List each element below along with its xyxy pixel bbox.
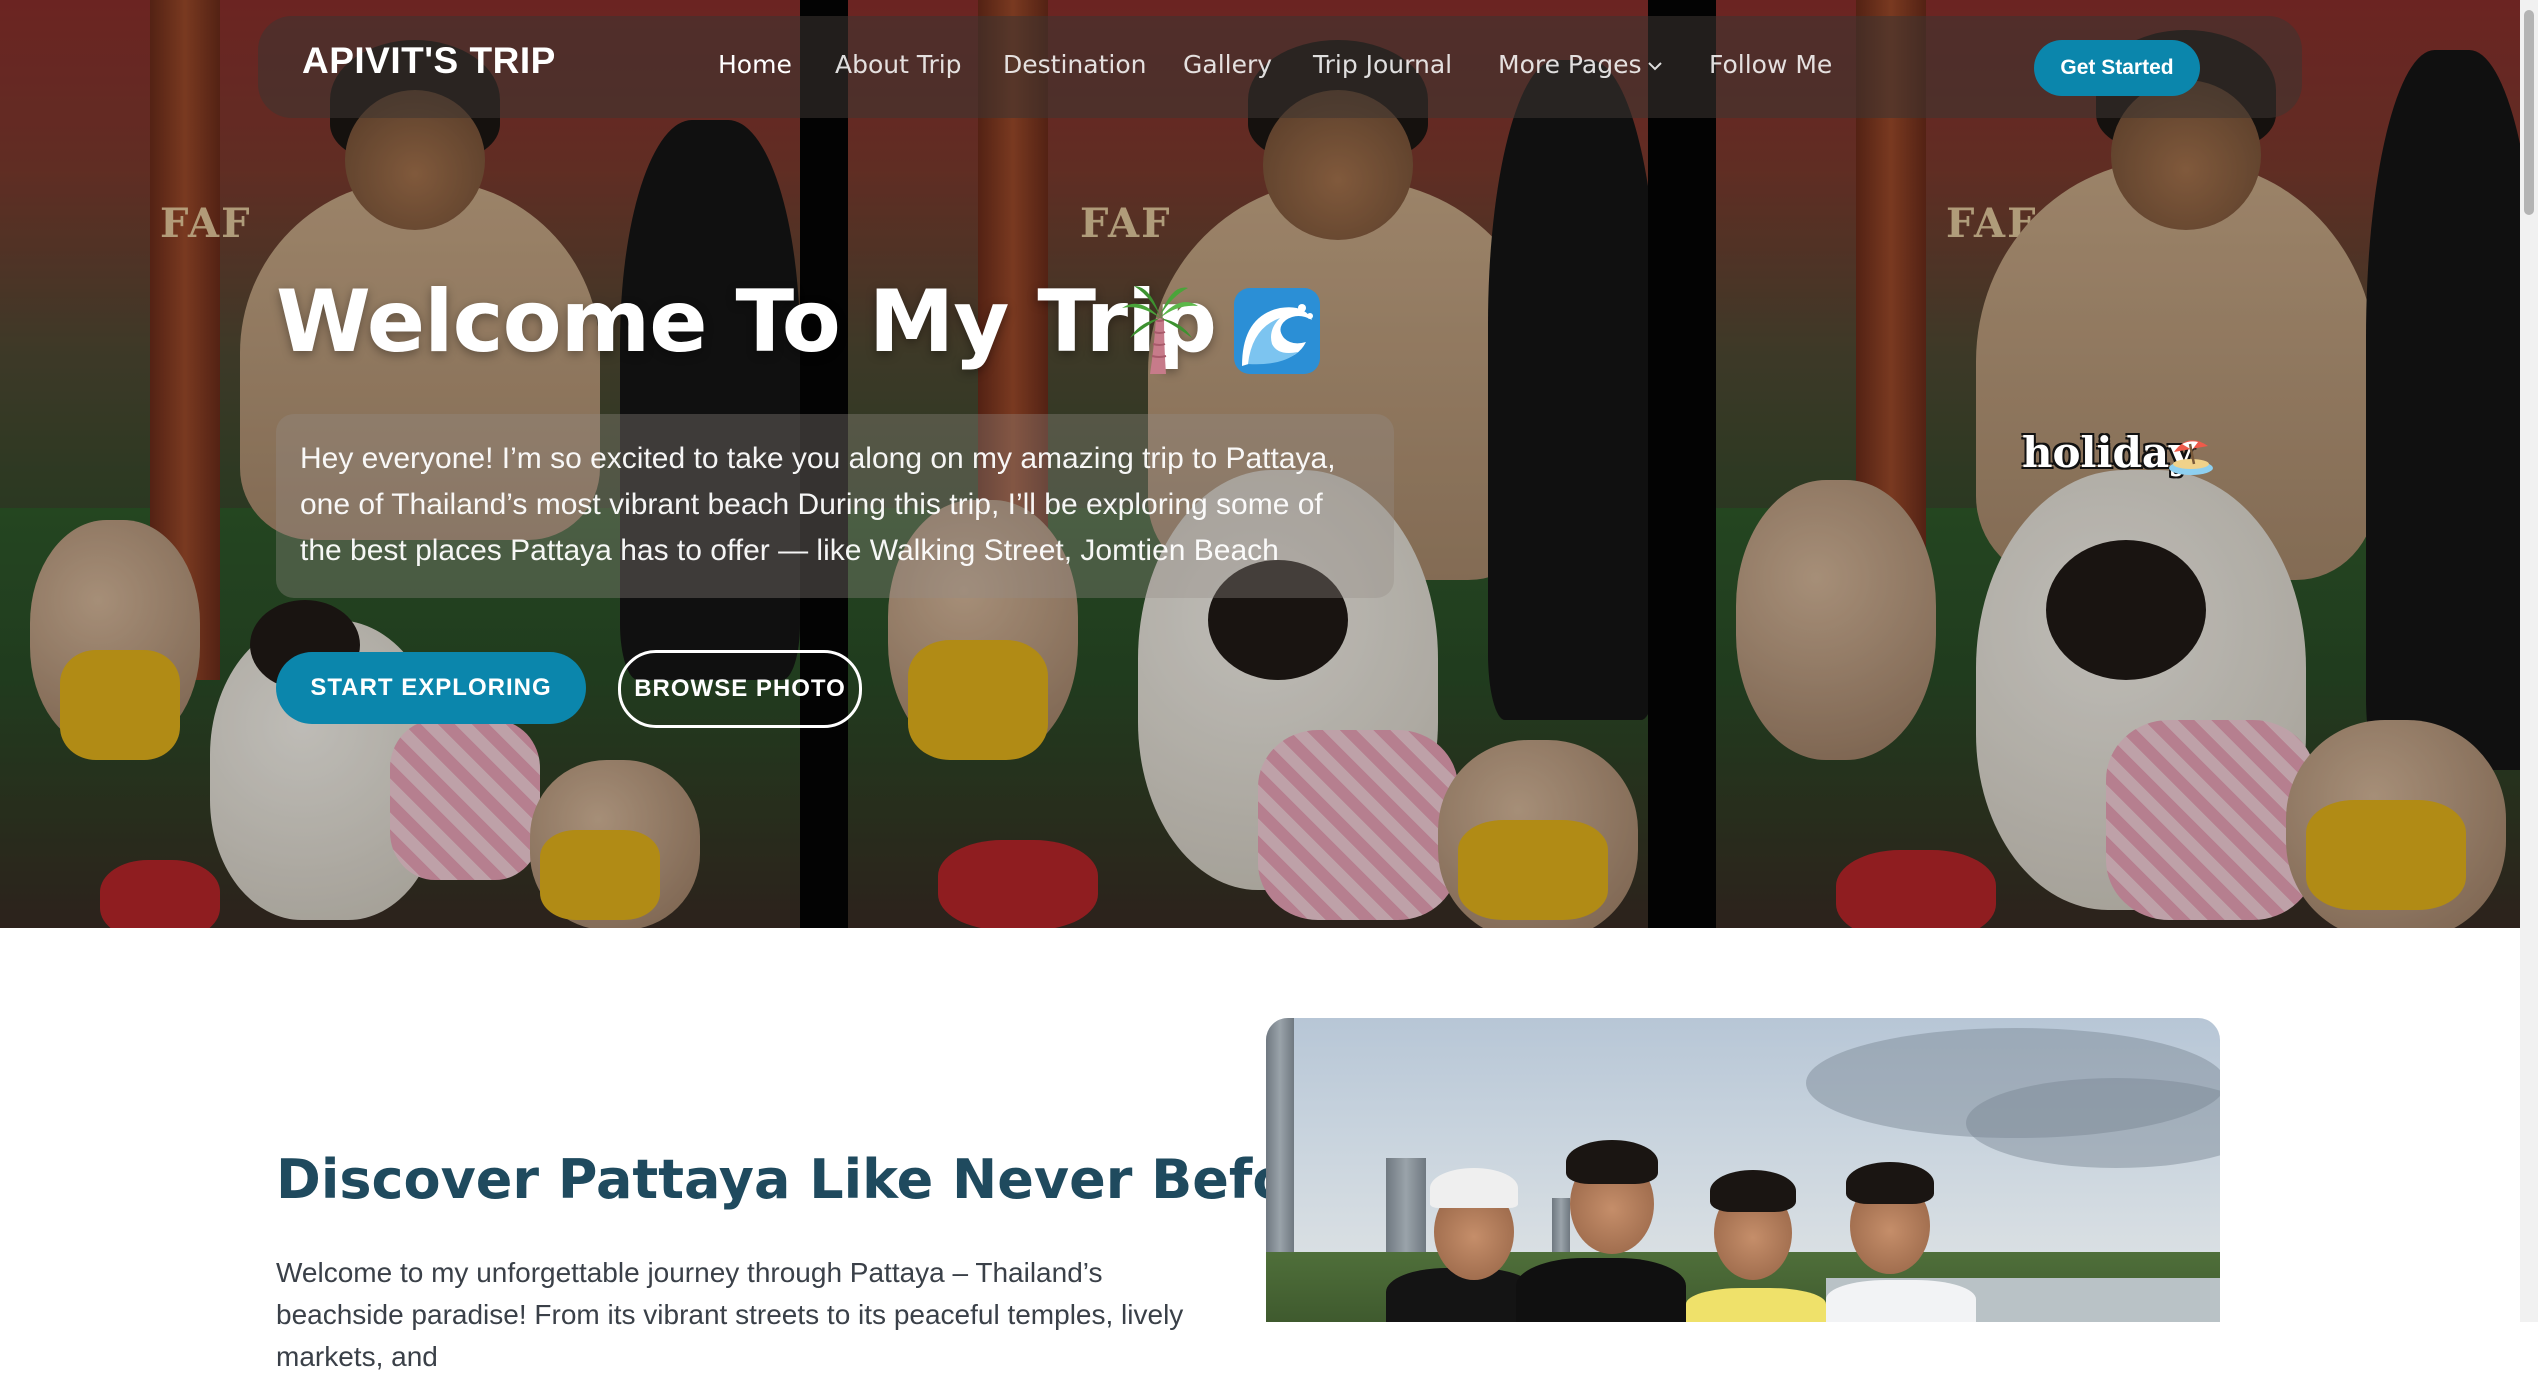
chevron-down-icon bbox=[1648, 62, 1663, 71]
palm-tree-icon bbox=[1122, 286, 1198, 374]
top-navbar bbox=[258, 16, 2302, 118]
wave-icon bbox=[1234, 288, 1320, 374]
nav-more-pages-label: More Pages bbox=[1498, 50, 1642, 79]
nav-more-pages[interactable]: More Pages bbox=[1498, 50, 1663, 79]
start-exploring-button[interactable]: START EXPLORING bbox=[276, 652, 586, 724]
hero-description: Hey everyone! I’m so excited to take you… bbox=[300, 442, 1336, 567]
brand-logo[interactable]: APIVIT'S TRIP bbox=[302, 40, 556, 82]
nav-destination[interactable]: Destination bbox=[1003, 50, 1146, 79]
nav-about-trip[interactable]: About Trip bbox=[835, 50, 962, 79]
hero-title: Welcome To My Trip bbox=[276, 272, 1217, 372]
scrollbar-thumb[interactable] bbox=[2524, 10, 2534, 215]
nav-trip-journal[interactable]: Trip Journal bbox=[1313, 50, 1452, 79]
nav-gallery[interactable]: Gallery bbox=[1183, 50, 1272, 79]
get-started-button[interactable]: Get Started bbox=[2034, 40, 2200, 96]
browse-photo-button[interactable]: BROWSE PHOTO bbox=[618, 650, 862, 728]
beach-umbrella-icon bbox=[2169, 440, 2213, 475]
about-section-title: Discover Pattaya Like Never Before bbox=[276, 1148, 1353, 1211]
about-section-text: Welcome to my unforgettable journey thro… bbox=[276, 1257, 1184, 1372]
nav-home[interactable]: Home bbox=[718, 50, 792, 79]
nav-follow-me[interactable]: Follow Me bbox=[1709, 50, 1832, 79]
page-scrollbar[interactable] bbox=[2520, 0, 2538, 1322]
group-beach-photo bbox=[1266, 1018, 2220, 1322]
